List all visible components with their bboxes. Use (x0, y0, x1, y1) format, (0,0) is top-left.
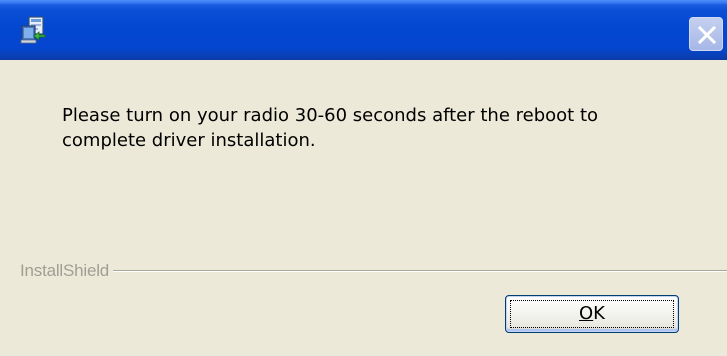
message-text: Please turn on your radio 30-60 seconds … (62, 103, 682, 153)
close-button[interactable] (689, 17, 723, 51)
installshield-brand-label: InstallShield (20, 260, 114, 282)
message-line-2: complete driver installation. (62, 130, 316, 151)
ok-button-label: OK (579, 297, 605, 331)
ok-button[interactable]: OK (505, 295, 679, 333)
dialog-window: Please turn on your radio 30-60 seconds … (0, 0, 727, 356)
message-line-1: Please turn on your radio 30-60 seconds … (62, 105, 599, 126)
ok-label-rest: K (593, 303, 605, 324)
title-bar[interactable] (0, 0, 727, 60)
close-icon (697, 25, 717, 45)
footer-divider (20, 270, 727, 272)
installer-icon (20, 16, 48, 44)
ok-mnemonic: O (579, 303, 594, 324)
